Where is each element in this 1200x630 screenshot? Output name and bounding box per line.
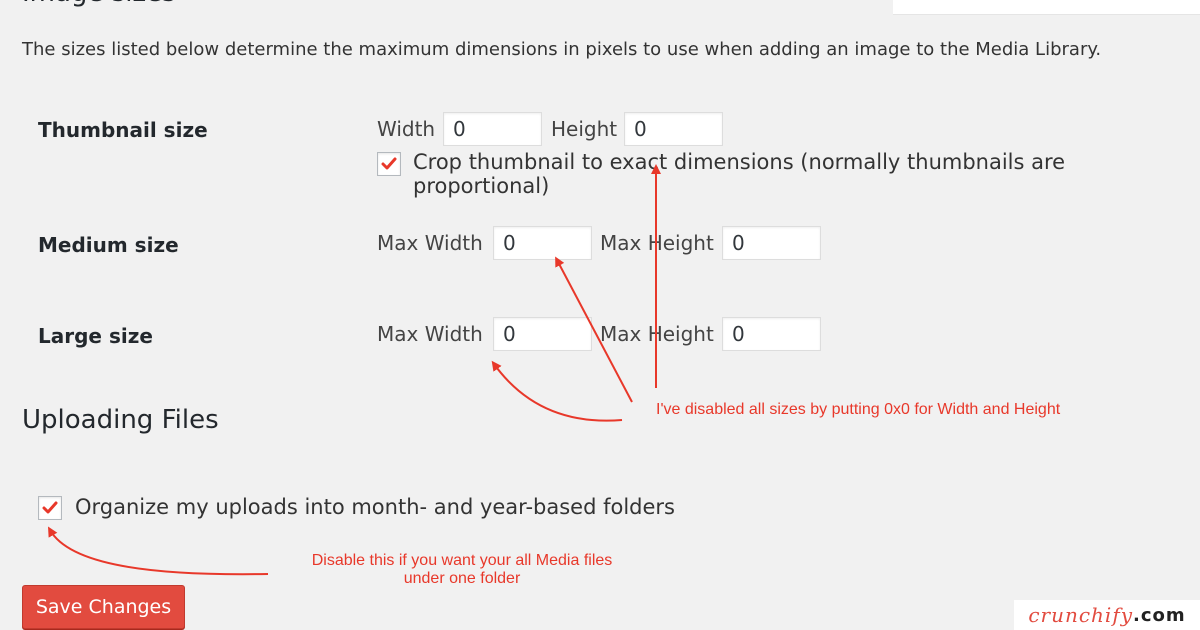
save-changes-button[interactable]: Save Changes (22, 585, 185, 629)
brand-tld: .com (1133, 604, 1186, 626)
annotation-arrows (48, 164, 661, 576)
brand-logo: crunchify .com (1014, 600, 1200, 630)
arrow-to-organize-checkbox (48, 526, 269, 576)
brand-name: crunchify (1028, 603, 1134, 627)
arrow-to-medium-width (555, 256, 633, 403)
arrow-to-large-width (491, 360, 623, 422)
